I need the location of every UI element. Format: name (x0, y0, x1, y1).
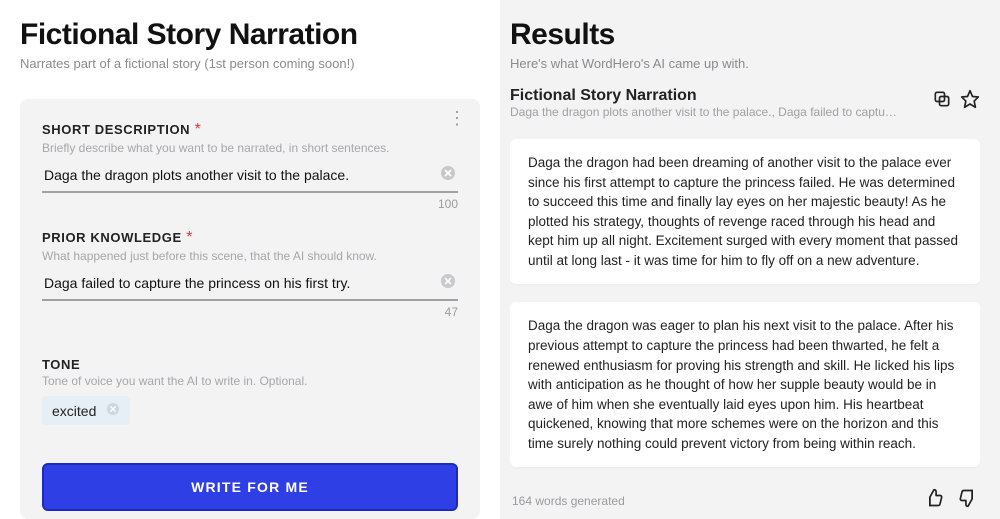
short-desc-label: SHORT DESCRIPTION (42, 122, 190, 137)
clear-icon[interactable] (440, 165, 456, 181)
form-card: ⋮ SHORT DESCRIPTION * Briefly describe w… (20, 99, 480, 519)
tone-help: Tone of voice you want the AI to write i… (42, 374, 458, 388)
results-subtitle: Here's what WordHero's AI came up with. (510, 56, 980, 71)
clear-icon[interactable] (440, 273, 456, 289)
results-panel: Results Here's what WordHero's AI came u… (500, 0, 1000, 519)
page-subtitle: Narrates part of a fictional story (1st … (20, 56, 480, 71)
word-count: 164 words generated (512, 494, 924, 508)
field-prior-knowledge: PRIOR KNOWLEDGE * What happened just bef… (42, 229, 458, 319)
page-title: Fictional Story Narration (20, 18, 480, 52)
thumbs-down-icon[interactable] (958, 488, 978, 513)
tone-chip-label: excited (52, 403, 96, 419)
required-asterisk: * (186, 229, 192, 246)
copy-icon[interactable] (932, 89, 952, 114)
required-asterisk: * (195, 121, 201, 138)
tone-chip[interactable]: excited (42, 396, 130, 425)
short-desc-counter: 100 (42, 197, 458, 211)
output-card[interactable]: Daga the dragon was eager to plan his ne… (510, 302, 980, 467)
write-for-me-button[interactable]: WRITE FOR ME (42, 463, 458, 511)
results-footer: 164 words generated (510, 476, 980, 519)
thumbs-up-icon[interactable] (924, 488, 944, 513)
results-title: Results (510, 18, 980, 52)
form-panel: Fictional Story Narration Narrates part … (0, 0, 500, 519)
prior-knowledge-help: What happened just before this scene, th… (42, 249, 458, 263)
short-desc-input[interactable] (42, 163, 458, 193)
kebab-menu-icon[interactable]: ⋮ (448, 109, 466, 127)
output-card[interactable]: Daga the dragon had been dreaming of ano… (510, 139, 980, 284)
prior-knowledge-input[interactable] (42, 271, 458, 301)
tone-label: TONE (42, 357, 458, 372)
result-header: Fictional Story Narration Daga the drago… (510, 87, 980, 119)
field-tone: TONE Tone of voice you want the AI to wr… (42, 357, 458, 425)
close-icon[interactable] (106, 402, 120, 419)
result-item-title: Fictional Story Narration (510, 87, 932, 105)
prior-knowledge-label: PRIOR KNOWLEDGE (42, 230, 182, 245)
short-desc-help: Briefly describe what you want to be nar… (42, 141, 458, 155)
prior-knowledge-counter: 47 (42, 305, 458, 319)
outputs-list: Daga the dragon had been dreaming of ano… (510, 139, 980, 476)
star-icon[interactable] (960, 89, 980, 114)
field-short-description: SHORT DESCRIPTION * Briefly describe wha… (42, 121, 458, 211)
result-item-meta: Daga the dragon plots another visit to t… (510, 105, 900, 119)
